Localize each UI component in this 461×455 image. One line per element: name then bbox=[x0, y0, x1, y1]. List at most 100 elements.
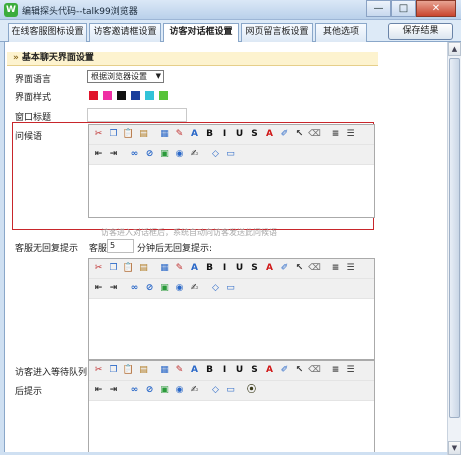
style-swatch-2[interactable] bbox=[103, 91, 112, 100]
timeout-editor[interactable]: ✂ ❐ 📋 ▤ ▦ ✎ A B I U S A ✐ ↖ ⌫ ≡ ☰ ⇤ ⇥ ∞ ⊘ ▣ ◉ ✍ ◇ ▭ bbox=[88, 258, 375, 360]
scroll-up-button[interactable]: ▲ bbox=[448, 42, 461, 56]
strike-icon[interactable]: S bbox=[248, 262, 261, 275]
unlink-icon[interactable]: ⊘ bbox=[143, 384, 156, 397]
outdent-icon[interactable]: ⇤ bbox=[92, 282, 105, 295]
tab-message-board-settings[interactable]: 网页留言板设置 bbox=[241, 23, 313, 42]
greeting-edit-area[interactable] bbox=[89, 165, 374, 217]
style-swatch-4[interactable] bbox=[131, 91, 140, 100]
paste-word-icon[interactable]: ▦ bbox=[158, 364, 171, 377]
underline-icon[interactable]: U bbox=[233, 262, 246, 275]
flash-icon[interactable]: ◉ bbox=[173, 148, 186, 161]
edit-icon[interactable]: ✍ bbox=[188, 148, 201, 161]
paste-icon[interactable]: 📋 bbox=[122, 262, 135, 275]
source-icon[interactable]: ◇ bbox=[209, 148, 222, 161]
bold-icon[interactable]: B bbox=[203, 262, 216, 275]
timeout-edit-area[interactable] bbox=[89, 299, 374, 359]
source-icon[interactable]: ◇ bbox=[209, 384, 222, 397]
font-icon[interactable]: A bbox=[188, 128, 201, 141]
style-swatch-5[interactable] bbox=[145, 91, 154, 100]
style-swatch-1[interactable] bbox=[89, 91, 98, 100]
list-icon[interactable]: ☰ bbox=[344, 364, 357, 377]
link-icon[interactable]: ∞ bbox=[128, 384, 141, 397]
language-select[interactable]: 根据浏览器设置 ▼ bbox=[87, 70, 164, 83]
select-icon[interactable]: ↖ bbox=[293, 364, 306, 377]
maximize-button[interactable]: □ bbox=[391, 0, 416, 17]
paste-text-icon[interactable]: ▤ bbox=[137, 262, 150, 275]
style-swatch-3[interactable] bbox=[117, 91, 126, 100]
image-icon[interactable]: ▣ bbox=[158, 148, 171, 161]
align-icon[interactable]: ≡ bbox=[329, 128, 342, 141]
paste-text-icon[interactable]: ▤ bbox=[137, 364, 150, 377]
preview-icon[interactable]: ▭ bbox=[224, 282, 237, 295]
traffic-light-icon[interactable]: ⦿ bbox=[245, 384, 258, 397]
timeout-minutes-input[interactable]: 5 bbox=[107, 239, 134, 253]
link-icon[interactable]: ∞ bbox=[128, 148, 141, 161]
queue-editor[interactable]: ✂ ❐ 📋 ▤ ▦ ✎ A B I U S A ✐ ↖ ⌫ ≡ ☰ ⇤ ⇥ ∞ ⊘ ▣ ◉ ✍ ◇ ▭ ⦿ bbox=[88, 360, 375, 452]
format-icon[interactable]: ✎ bbox=[173, 262, 186, 275]
outdent-icon[interactable]: ⇤ bbox=[92, 148, 105, 161]
cut-icon[interactable]: ✂ bbox=[92, 128, 105, 141]
scroll-down-button[interactable]: ▼ bbox=[448, 441, 461, 455]
list-icon[interactable]: ☰ bbox=[344, 262, 357, 275]
format-icon[interactable]: ✎ bbox=[173, 128, 186, 141]
eraser-icon[interactable]: ⌫ bbox=[308, 128, 321, 141]
highlight-icon[interactable]: ✐ bbox=[278, 128, 291, 141]
minimize-button[interactable]: — bbox=[366, 0, 391, 17]
underline-icon[interactable]: U bbox=[233, 128, 246, 141]
queue-edit-area[interactable] bbox=[89, 401, 374, 452]
font-icon[interactable]: A bbox=[188, 262, 201, 275]
underline-icon[interactable]: U bbox=[233, 364, 246, 377]
eraser-icon[interactable]: ⌫ bbox=[308, 262, 321, 275]
italic-icon[interactable]: I bbox=[218, 262, 231, 275]
window-title-input[interactable] bbox=[87, 108, 187, 122]
paste-word-icon[interactable]: ▦ bbox=[158, 128, 171, 141]
save-button[interactable]: 保存结果 bbox=[388, 23, 453, 40]
flash-icon[interactable]: ◉ bbox=[173, 282, 186, 295]
paste-icon[interactable]: 📋 bbox=[122, 364, 135, 377]
tab-online-icon-settings[interactable]: 在线客服图标设置 bbox=[8, 23, 87, 42]
paste-icon[interactable]: 📋 bbox=[122, 128, 135, 141]
highlight-icon[interactable]: ✐ bbox=[278, 364, 291, 377]
preview-icon[interactable]: ▭ bbox=[224, 148, 237, 161]
source-icon[interactable]: ◇ bbox=[209, 282, 222, 295]
vertical-scrollbar[interactable]: ▲ ▼ bbox=[447, 42, 461, 455]
edit-icon[interactable]: ✍ bbox=[188, 282, 201, 295]
flash-icon[interactable]: ◉ bbox=[173, 384, 186, 397]
bold-icon[interactable]: B bbox=[203, 364, 216, 377]
image-icon[interactable]: ▣ bbox=[158, 384, 171, 397]
indent-icon[interactable]: ⇥ bbox=[107, 384, 120, 397]
tab-dialog-settings[interactable]: 访客对话框设置 bbox=[163, 23, 239, 43]
greeting-editor[interactable]: ✂ ❐ 📋 ▤ ▦ ✎ A B I U S A ✐ ↖ ⌫ ≡ ☰ ⇤ ⇥ ∞ ⊘ ▣ ◉ ✍ ◇ ▭ bbox=[88, 124, 375, 218]
indent-icon[interactable]: ⇥ bbox=[107, 148, 120, 161]
select-icon[interactable]: ↖ bbox=[293, 262, 306, 275]
font-color-icon[interactable]: A bbox=[263, 128, 276, 141]
copy-icon[interactable]: ❐ bbox=[107, 128, 120, 141]
close-button[interactable]: ✕ bbox=[416, 0, 456, 17]
strike-icon[interactable]: S bbox=[248, 128, 261, 141]
copy-icon[interactable]: ❐ bbox=[107, 364, 120, 377]
strike-icon[interactable]: S bbox=[248, 364, 261, 377]
preview-icon[interactable]: ▭ bbox=[224, 384, 237, 397]
align-icon[interactable]: ≡ bbox=[329, 262, 342, 275]
indent-icon[interactable]: ⇥ bbox=[107, 282, 120, 295]
unlink-icon[interactable]: ⊘ bbox=[143, 148, 156, 161]
paste-word-icon[interactable]: ▦ bbox=[158, 262, 171, 275]
eraser-icon[interactable]: ⌫ bbox=[308, 364, 321, 377]
font-color-icon[interactable]: A bbox=[263, 262, 276, 275]
edit-icon[interactable]: ✍ bbox=[188, 384, 201, 397]
list-icon[interactable]: ☰ bbox=[344, 128, 357, 141]
link-icon[interactable]: ∞ bbox=[128, 282, 141, 295]
scroll-thumb[interactable] bbox=[449, 58, 460, 418]
cut-icon[interactable]: ✂ bbox=[92, 364, 105, 377]
image-icon[interactable]: ▣ bbox=[158, 282, 171, 295]
font-icon[interactable]: A bbox=[188, 364, 201, 377]
copy-icon[interactable]: ❐ bbox=[107, 262, 120, 275]
select-icon[interactable]: ↖ bbox=[293, 128, 306, 141]
format-icon[interactable]: ✎ bbox=[173, 364, 186, 377]
highlight-icon[interactable]: ✐ bbox=[278, 262, 291, 275]
bold-icon[interactable]: B bbox=[203, 128, 216, 141]
unlink-icon[interactable]: ⊘ bbox=[143, 282, 156, 295]
italic-icon[interactable]: I bbox=[218, 128, 231, 141]
tab-other-options[interactable]: 其他选项 bbox=[315, 23, 367, 42]
tab-invite-box-settings[interactable]: 访客邀请框设置 bbox=[89, 23, 161, 42]
